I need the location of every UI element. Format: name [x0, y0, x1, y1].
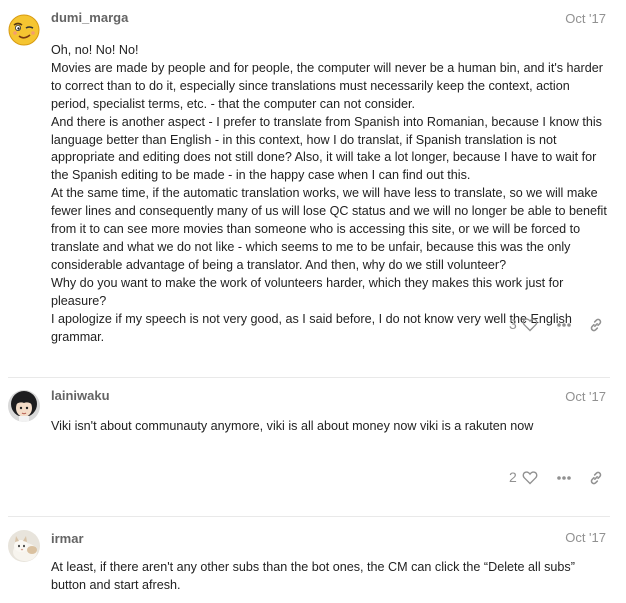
post-paragraph: At the same time, if the automatic trans… — [51, 186, 607, 272]
post-paragraph: Movies are made by people and for people… — [51, 60, 603, 111]
post-paragraph: Viki isn't about communauty anymore, vik… — [51, 419, 534, 433]
post-body: Viki isn't about communauty anymore, vik… — [51, 418, 611, 436]
post-paragraph: Oh, no! No! No! — [51, 43, 139, 57]
avatar[interactable] — [8, 390, 40, 422]
post-date[interactable]: Oct '17 — [565, 389, 606, 404]
post-date[interactable]: Oct '17 — [565, 11, 606, 26]
post-paragraph: At least, if there aren't any other subs… — [51, 560, 575, 592]
post-irmar: irmar Oct '17 At least, if there aren't … — [0, 517, 626, 603]
post-body: Oh, no! No! No! Movies are made by peopl… — [51, 42, 611, 346]
link-icon[interactable] — [589, 471, 603, 485]
post-date[interactable]: Oct '17 — [565, 530, 606, 545]
username[interactable]: lainiwaku — [51, 388, 110, 403]
winking-face-avatar — [8, 14, 40, 46]
username[interactable]: dumi_marga — [51, 10, 128, 25]
anime-girl-avatar — [8, 390, 40, 422]
ellipsis-icon[interactable] — [556, 475, 572, 481]
heart-outline-icon[interactable] — [522, 317, 538, 332]
post-lainiwaku: lainiwaku Oct '17 Viki isn't about commu… — [0, 378, 626, 516]
post-paragraph: And there is another aspect - I prefer t… — [51, 114, 602, 183]
post-dumi-marga: dumi_marga Oct '17 Oh, no! No! No! Movie… — [0, 0, 626, 378]
avatar[interactable] — [8, 530, 40, 562]
like-count: 2 — [509, 469, 517, 485]
post-body: At least, if there aren't any other subs… — [51, 559, 611, 595]
ellipsis-icon[interactable] — [556, 322, 572, 328]
post-paragraph: Why do you want to make the work of volu… — [51, 275, 564, 308]
link-icon[interactable] — [589, 318, 603, 332]
like-count: 3 — [509, 316, 517, 332]
avatar[interactable] — [8, 14, 40, 46]
heart-outline-icon[interactable] — [522, 470, 538, 485]
post-actions: 3 — [500, 315, 610, 335]
username[interactable]: irmar — [51, 531, 84, 546]
post-actions: 2 — [500, 468, 610, 488]
cat-avatar — [8, 530, 40, 562]
